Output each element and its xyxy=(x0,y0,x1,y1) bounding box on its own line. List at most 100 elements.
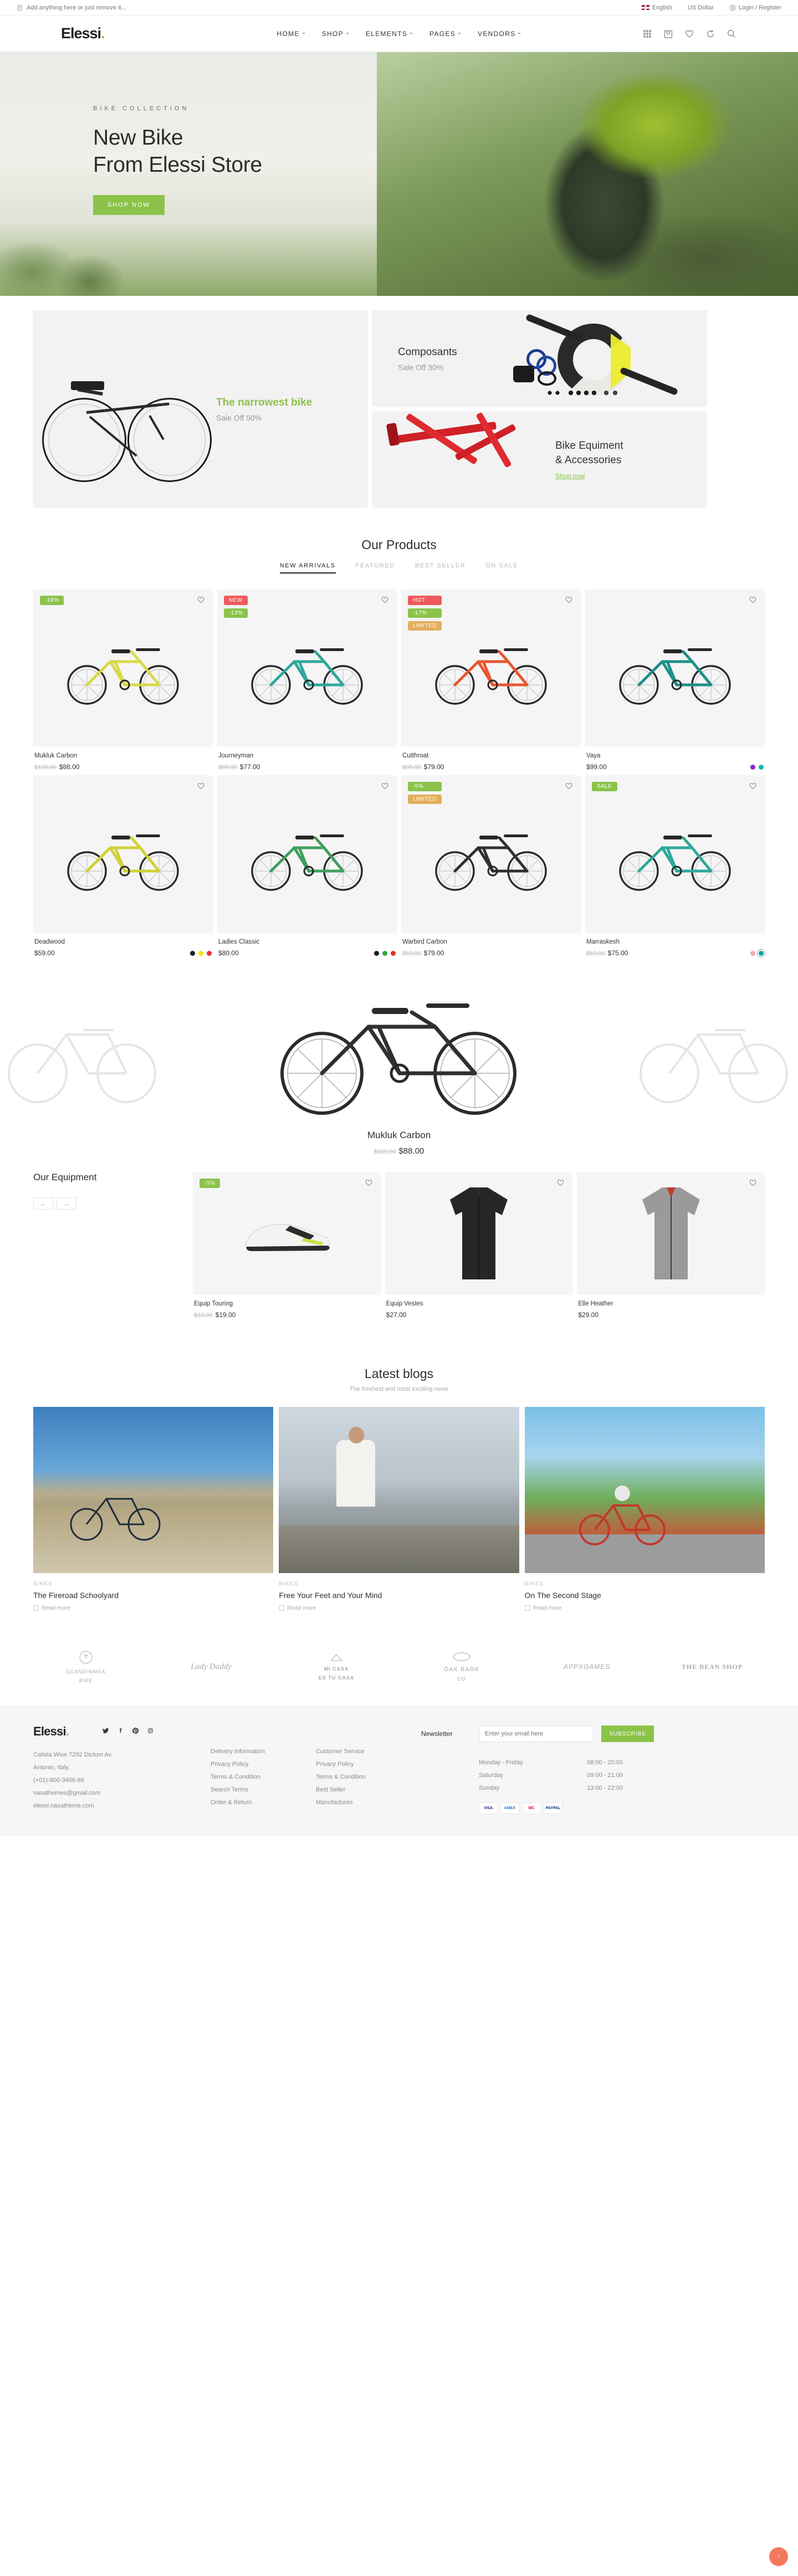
wishlist-heart-icon[interactable] xyxy=(197,782,205,792)
equipment-name[interactable]: Equip Touring xyxy=(194,1300,236,1307)
nav-item-pages[interactable]: PAGES xyxy=(429,30,462,38)
color-swatch[interactable] xyxy=(750,951,755,956)
promo-card-equipment[interactable]: Bike Equiment & Accessories Shop now xyxy=(372,411,707,508)
product-image[interactable]: HOT -17% LIMITED xyxy=(401,589,581,747)
equipment-prev-button[interactable]: ← xyxy=(33,1197,53,1210)
equipment-image[interactable] xyxy=(577,1172,765,1295)
twitter-icon[interactable] xyxy=(102,1727,109,1736)
brand-logo-lady-daddy[interactable]: Lady Daddy xyxy=(158,1662,264,1672)
product-name[interactable]: Warbird Carbon xyxy=(402,939,447,945)
product-card[interactable]: -19% Mukluk Carbon $109.00 $88.00 xyxy=(33,589,213,771)
blog-read-more[interactable]: Read more xyxy=(33,1605,273,1611)
product-name[interactable]: Marraskesh xyxy=(586,939,628,945)
pinterest-icon[interactable] xyxy=(132,1727,139,1736)
tab-new-arrivals[interactable]: NEW ARRIVALS xyxy=(279,562,336,573)
product-name[interactable]: Journeyman xyxy=(218,752,260,759)
blog-post[interactable]: BIKES Free Your Feet and Your Mind Read … xyxy=(279,1407,519,1611)
equipment-next-button[interactable]: → xyxy=(57,1197,76,1210)
footer-link[interactable]: Search Terms xyxy=(211,1784,316,1796)
product-card[interactable]: Ladies Classic $80.00 xyxy=(217,775,397,957)
footer-link[interactable]: Privacy Policy xyxy=(316,1758,421,1771)
nav-item-home[interactable]: HOME xyxy=(277,30,305,38)
tab-on-sale[interactable]: ON SALE xyxy=(485,562,518,573)
color-swatch[interactable] xyxy=(391,951,396,956)
product-image[interactable]: NEW -13% xyxy=(217,589,397,747)
color-swatch[interactable] xyxy=(750,765,755,770)
wishlist-heart-icon[interactable] xyxy=(565,596,573,606)
promo-card-narrowest-bike[interactable]: The narrowest bike Sale Off 50% xyxy=(33,310,368,508)
product-name[interactable]: Cutthroat xyxy=(402,752,444,759)
blog-title[interactable]: Free Your Feet and Your Mind xyxy=(279,1591,519,1600)
blog-title[interactable]: On The Second Stage xyxy=(525,1591,765,1600)
equipment-name[interactable]: Elle Heather xyxy=(578,1300,613,1307)
product-card[interactable]: Vaya $99.00 xyxy=(585,589,765,771)
product-name[interactable]: Deadwood xyxy=(34,939,65,945)
heart-icon[interactable] xyxy=(684,28,695,39)
equipment-card[interactable]: Equip Vestes $27.00 xyxy=(385,1172,573,1319)
equipment-name[interactable]: Equip Vestes xyxy=(386,1300,423,1307)
color-swatch[interactable] xyxy=(382,951,387,956)
wishlist-heart-icon[interactable] xyxy=(749,782,757,792)
wishlist-heart-icon[interactable] xyxy=(365,1179,373,1189)
wishlist-heart-icon[interactable] xyxy=(749,596,757,606)
featured-prev-preview[interactable] xyxy=(0,990,166,1108)
featured-product-image[interactable] xyxy=(269,979,529,1119)
blog-title[interactable]: The Fireroad Schoolyard xyxy=(33,1591,273,1600)
back-to-top-button[interactable]: ↑ xyxy=(769,2547,788,2566)
footer-logo[interactable]: Elessi. xyxy=(33,1724,69,1739)
product-image[interactable]: SALE xyxy=(585,775,765,933)
brand-logo-appxgames[interactable]: APPXGAMES xyxy=(534,1663,640,1671)
product-name[interactable]: Mukluk Carbon xyxy=(34,752,79,759)
nav-item-elements[interactable]: ELEMENTS xyxy=(366,30,413,38)
color-swatch[interactable] xyxy=(759,765,764,770)
newsletter-subscribe-button[interactable]: SUBSCRIBE xyxy=(601,1725,654,1742)
product-card[interactable]: -5% LIMITED Warbird Carbon $83.00 $79.00 xyxy=(401,775,581,957)
product-image[interactable] xyxy=(217,775,397,933)
footer-link[interactable]: Manufactures xyxy=(316,1796,421,1809)
footer-link[interactable]: Customer Service xyxy=(316,1745,421,1758)
equipment-card[interactable]: Elle Heather $29.00 xyxy=(577,1172,765,1319)
promo-card-composants[interactable]: Composants Sale Off 30% xyxy=(372,310,707,407)
facebook-icon[interactable] xyxy=(117,1727,124,1736)
grid-icon[interactable] xyxy=(642,28,653,39)
equipment-image[interactable] xyxy=(385,1172,573,1295)
brand-logo-oak-bark[interactable]: OAK BARK CO xyxy=(409,1652,514,1682)
hero-shop-now-button[interactable]: SHOP NOW xyxy=(93,195,165,216)
brand-logo-mi-casa[interactable]: MI CASA ES TU CASA xyxy=(284,1653,389,1681)
search-icon[interactable] xyxy=(726,28,737,39)
wishlist-heart-icon[interactable] xyxy=(381,782,389,792)
site-logo[interactable]: Elessi. xyxy=(61,25,105,42)
product-image[interactable] xyxy=(585,589,765,747)
product-image[interactable]: -19% xyxy=(33,589,213,747)
wishlist-heart-icon[interactable] xyxy=(556,1179,565,1189)
instagram-icon[interactable] xyxy=(147,1727,154,1736)
currency-selector[interactable]: US Dollar xyxy=(688,4,714,11)
product-card[interactable]: Deadwood $59.00 xyxy=(33,775,213,957)
equipment-image[interactable]: -5% xyxy=(193,1172,381,1295)
product-card[interactable]: NEW -13% Journeyman $89.00 $77.00 xyxy=(217,589,397,771)
wishlist-heart-icon[interactable] xyxy=(381,596,389,606)
product-image[interactable]: -5% LIMITED xyxy=(401,775,581,933)
compare-icon[interactable] xyxy=(705,28,716,39)
color-swatch[interactable] xyxy=(207,951,212,956)
language-selector[interactable]: English xyxy=(641,4,672,11)
color-swatch[interactable] xyxy=(190,951,195,956)
bag-icon[interactable] xyxy=(663,28,674,39)
color-swatch[interactable] xyxy=(198,951,203,956)
featured-next-preview[interactable] xyxy=(632,990,798,1108)
nav-item-vendors[interactable]: VENDORS xyxy=(478,30,521,38)
color-swatch[interactable] xyxy=(374,951,379,956)
blog-read-more[interactable]: Read more xyxy=(279,1605,519,1611)
wishlist-heart-icon[interactable] xyxy=(197,596,205,606)
footer-link[interactable]: Terms & Condition xyxy=(211,1771,316,1784)
color-swatch[interactable] xyxy=(757,949,765,957)
footer-link[interactable]: Best Seller xyxy=(316,1784,421,1796)
footer-link[interactable]: Terms & Condition xyxy=(316,1771,421,1784)
footer-link[interactable]: Privacy Policy xyxy=(211,1758,316,1771)
equipment-card[interactable]: -5% Equip Touring $33.00 $19.00 xyxy=(193,1172,381,1319)
tab-best-seller[interactable]: BEST SELLER xyxy=(415,562,466,573)
footer-link[interactable]: Order & Return xyxy=(211,1796,316,1809)
blog-read-more[interactable]: Read more xyxy=(525,1605,765,1611)
brand-logo-scandinavia[interactable]: SCANDINAVIA BIKE xyxy=(33,1650,139,1683)
wishlist-heart-icon[interactable] xyxy=(749,1179,757,1189)
